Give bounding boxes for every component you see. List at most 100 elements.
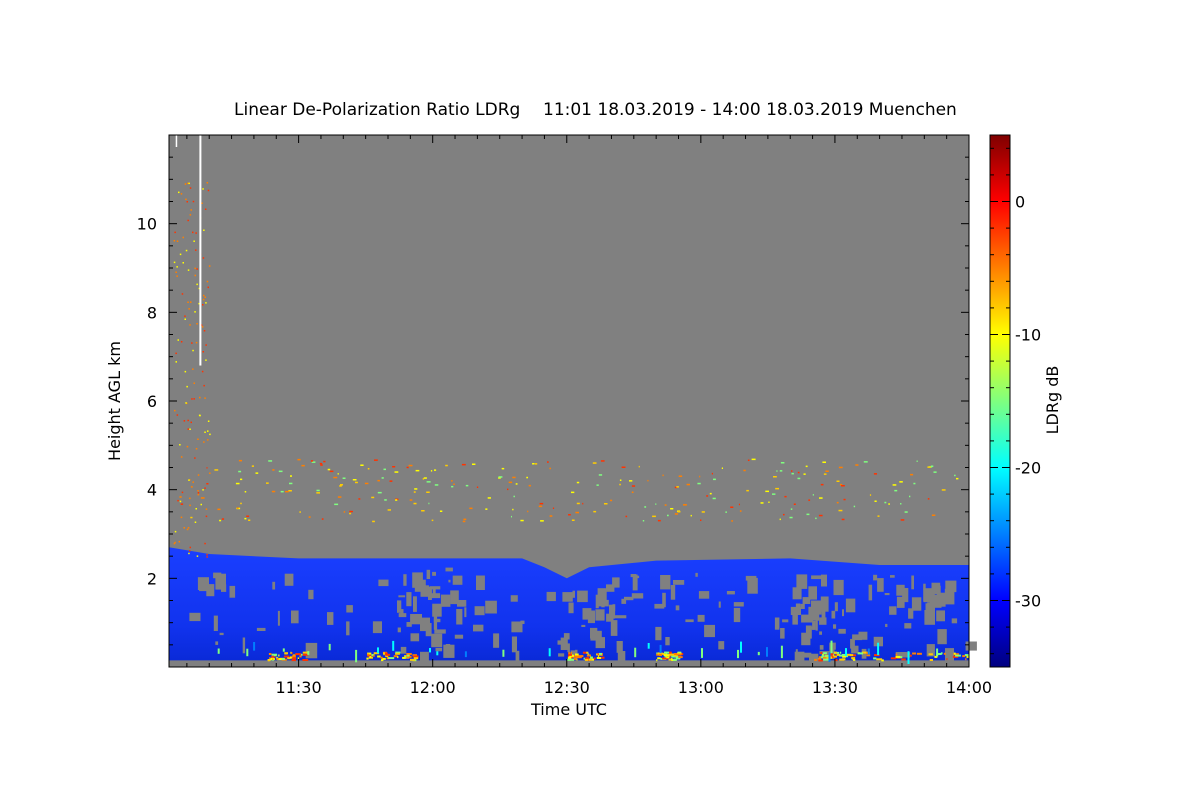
speckle <box>568 514 571 516</box>
y-tick-label: 6 <box>147 392 157 411</box>
speckle <box>189 504 191 507</box>
speckle <box>176 414 179 416</box>
speckle <box>199 396 201 399</box>
speckle <box>349 510 353 513</box>
speckle <box>204 487 206 489</box>
speckle <box>355 649 358 663</box>
speckle <box>373 654 375 657</box>
speckle <box>174 530 177 533</box>
speckle <box>184 370 187 373</box>
speckle <box>367 653 370 656</box>
speckle <box>792 612 798 625</box>
speckle <box>665 637 670 646</box>
speckle <box>461 463 466 466</box>
speckle <box>384 499 387 501</box>
speckle <box>894 489 898 492</box>
y-tick-label: 4 <box>147 481 157 500</box>
speckle <box>342 477 346 479</box>
speckle <box>188 479 190 481</box>
speckle <box>498 476 503 478</box>
speckle <box>818 514 823 517</box>
speckle <box>174 541 176 544</box>
speckle <box>593 510 597 513</box>
data-gap-stripe <box>175 135 178 147</box>
speckle <box>568 602 574 614</box>
speckle <box>187 301 189 303</box>
speckle <box>797 477 801 480</box>
speckle <box>448 579 451 583</box>
speckle <box>387 509 391 511</box>
speckle <box>465 484 469 487</box>
speckle <box>202 489 204 491</box>
speckle <box>711 472 713 475</box>
speckle <box>598 652 603 655</box>
speckle <box>271 490 276 493</box>
speckle <box>202 257 205 259</box>
speckle <box>825 470 829 472</box>
speckle <box>175 271 177 273</box>
speckle <box>892 484 897 486</box>
speckle <box>899 481 903 483</box>
speckle <box>699 475 701 478</box>
speckle <box>746 489 749 492</box>
speckle <box>406 466 409 469</box>
speckle <box>204 208 207 210</box>
speckle <box>256 627 266 631</box>
speckle <box>219 519 222 522</box>
speckle <box>677 511 681 513</box>
speckle <box>659 644 662 654</box>
speckle <box>944 588 955 605</box>
speckle <box>909 495 911 498</box>
speckle <box>196 323 198 325</box>
speckle <box>316 489 320 492</box>
speckle <box>629 480 633 482</box>
speckle <box>202 298 205 301</box>
speckle <box>268 460 273 462</box>
speckle <box>962 655 966 658</box>
speckle <box>686 483 690 486</box>
speckle <box>206 280 209 283</box>
speckle <box>790 508 793 510</box>
speckle <box>323 460 326 463</box>
speckle <box>747 459 750 461</box>
speckle <box>476 575 485 590</box>
speckle <box>181 491 184 494</box>
speckle <box>841 485 845 487</box>
speckle <box>208 265 211 267</box>
speckle <box>196 268 198 270</box>
speckle <box>190 209 192 211</box>
speckle <box>203 229 205 231</box>
speckle <box>936 585 941 598</box>
speckle <box>614 615 627 619</box>
speckle <box>238 459 242 462</box>
speckle <box>268 653 272 655</box>
x-tick-label: 11:30 <box>276 678 322 697</box>
speckle <box>180 503 184 505</box>
speckle <box>783 513 785 516</box>
speckle <box>369 656 372 658</box>
speckle <box>431 633 443 648</box>
speckle <box>195 341 198 344</box>
speckle <box>290 475 292 477</box>
speckle <box>180 193 183 195</box>
speckle <box>670 585 676 600</box>
speckle <box>214 469 219 471</box>
speckle <box>673 580 685 585</box>
speckle <box>291 659 296 662</box>
speckle <box>779 518 781 521</box>
speckle <box>712 497 716 500</box>
speckle <box>196 555 199 557</box>
speckle <box>876 658 883 661</box>
speckle <box>192 481 194 483</box>
speckle <box>857 652 863 655</box>
speckle <box>820 652 823 654</box>
speckle <box>380 656 383 659</box>
speckle <box>904 623 912 629</box>
speckle <box>589 658 593 661</box>
speckle <box>394 471 399 473</box>
speckle <box>327 468 331 471</box>
speckle <box>413 596 417 612</box>
speckle <box>896 596 905 608</box>
speckle <box>190 301 192 303</box>
speckle <box>176 240 179 242</box>
